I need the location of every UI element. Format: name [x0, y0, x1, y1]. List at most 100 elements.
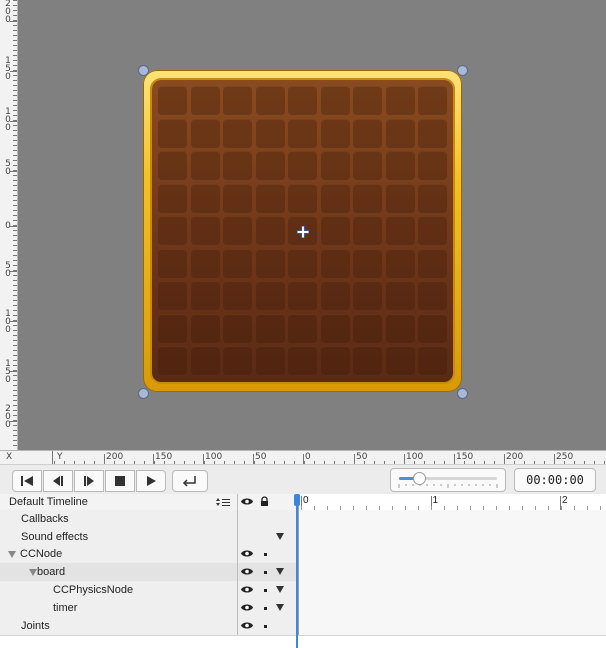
vruler-tick: [13, 365, 17, 366]
visibility-eye-icon[interactable]: [241, 585, 253, 594]
lock-toggle-dot[interactable]: [264, 571, 267, 574]
timeline-row-track[interactable]: [299, 528, 606, 546]
vruler-tick: [13, 300, 17, 301]
resize-handle-top-right[interactable]: [457, 65, 468, 76]
board-cell: [353, 86, 382, 115]
add-keyframe-menu-icon[interactable]: [276, 586, 284, 593]
loop-button[interactable]: [172, 470, 208, 492]
lock-toggle-dot[interactable]: [264, 553, 267, 556]
timeline-row-name[interactable]: Callbacks: [0, 510, 238, 528]
resize-handle-bottom-right[interactable]: [457, 388, 468, 399]
go-to-start-button[interactable]: [12, 470, 42, 492]
timeline-panel: Default Timeline 0 1 2 Callbacks Sound effe…: [0, 494, 606, 648]
visibility-eye-icon[interactable]: [241, 621, 253, 630]
add-keyframe-menu-icon[interactable]: [276, 604, 284, 611]
board-cell: [320, 183, 350, 213]
zoom-slider-knob[interactable]: [412, 472, 426, 485]
timeline-zoom-slider[interactable]: [390, 468, 506, 492]
timeline-row[interactable]: timer: [0, 599, 606, 618]
board-cell: [385, 216, 415, 245]
add-keyframe-menu-icon[interactable]: [276, 568, 284, 575]
timeline-row-track[interactable]: [299, 563, 606, 581]
board-cell: [418, 313, 447, 343]
board-cell: [418, 216, 447, 245]
vruler-tick: [13, 325, 17, 326]
timeline-row-track[interactable]: [299, 545, 606, 563]
vruler-tick: [13, 350, 17, 351]
timeline-row[interactable]: CCNode: [0, 545, 606, 564]
anchor-point-icon[interactable]: [297, 226, 309, 238]
resize-handle-bottom-left[interactable]: [138, 388, 149, 399]
vruler-tick: [13, 95, 17, 96]
timeline-selector[interactable]: Default Timeline: [0, 494, 238, 510]
stop-button[interactable]: [105, 470, 135, 492]
vruler-tick: [13, 0, 17, 1]
disclosure-triangle-icon[interactable]: [29, 569, 37, 576]
step-forward-button[interactable]: [74, 470, 104, 492]
timeline-ruler-label: 1: [432, 495, 439, 506]
timeline-row[interactable]: Callbacks: [0, 510, 606, 529]
timeline-row-label: Joints: [21, 620, 50, 632]
visibility-eye-icon[interactable]: [241, 549, 253, 558]
lock-toggle-dot[interactable]: [264, 589, 267, 592]
board-cell: [158, 313, 187, 343]
timeline-row-name[interactable]: timer: [0, 599, 238, 617]
vruler-tick: [13, 315, 17, 316]
timeline-row-track[interactable]: [299, 599, 606, 617]
step-back-button[interactable]: [43, 470, 73, 492]
vruler-tick: [13, 375, 17, 376]
vruler-tick: [13, 250, 17, 251]
loop-icon: [182, 476, 196, 487]
board-cell: [288, 118, 317, 148]
timeline-row-controls: [238, 599, 299, 617]
board-cell: [158, 216, 187, 245]
playhead-handle[interactable]: [294, 494, 300, 506]
board-cell: [353, 151, 382, 180]
vruler-major-tick: [10, 371, 17, 372]
timeline-row-name[interactable]: Joints: [0, 617, 238, 635]
vruler-tick: [13, 280, 17, 281]
vruler-tick: [13, 200, 17, 201]
board-cell: [255, 248, 285, 278]
vruler-tick: [13, 140, 17, 141]
timeline-row-name[interactable]: Sound effects: [0, 528, 238, 546]
timeline-ruler-label: 0: [303, 495, 309, 506]
disclosure-triangle-icon[interactable]: [8, 551, 16, 558]
board-cell: [418, 183, 447, 213]
lock-toggle-dot[interactable]: [264, 625, 267, 628]
timeline-row[interactable]: board: [0, 563, 606, 582]
timeline-row-controls: [238, 581, 299, 599]
board-cell: [385, 151, 415, 180]
vruler-tick: [13, 90, 17, 91]
timeline-row-name[interactable]: board: [0, 563, 238, 581]
vruler-tick: [13, 385, 17, 386]
vertical-ruler: 2 0 01 5 01 0 05 005 01 0 01 5 02 0 0: [0, 0, 18, 450]
board-cell: [190, 216, 220, 245]
vruler-tick: [13, 215, 17, 216]
timeline-ruler[interactable]: 0 1 2: [299, 494, 606, 510]
time-display[interactable]: 00:00:00: [514, 468, 596, 492]
timeline-row-track[interactable]: [299, 617, 606, 635]
eye-column-icon: [241, 498, 253, 505]
add-keyframe-menu-icon[interactable]: [276, 533, 284, 540]
timeline-row-track[interactable]: [299, 581, 606, 599]
timeline-row[interactable]: Joints: [0, 617, 606, 636]
lock-toggle-dot[interactable]: [264, 607, 267, 610]
timeline-row[interactable]: CCPhysicsNode: [0, 581, 606, 600]
play-button[interactable]: [136, 470, 166, 492]
board-cell: [223, 346, 252, 375]
vruler-major-tick: [10, 71, 17, 72]
visibility-eye-icon[interactable]: [241, 567, 253, 576]
timeline-row-track[interactable]: [299, 510, 606, 528]
timeline-row-name[interactable]: CCNode: [0, 545, 238, 563]
timeline-row-name[interactable]: CCPhysicsNode: [0, 581, 238, 599]
vruler-tick: [13, 255, 17, 256]
vruler-tick: [13, 175, 17, 176]
stage-canvas[interactable]: 2 0 01 5 01 0 05 005 01 0 01 5 02 0 0: [0, 0, 606, 450]
board-cell: [320, 248, 350, 278]
resize-handle-top-left[interactable]: [138, 65, 149, 76]
visibility-eye-icon[interactable]: [241, 603, 253, 612]
vruler-tick: [13, 185, 17, 186]
playhead[interactable]: [296, 494, 298, 648]
vruler-tick: [13, 155, 17, 156]
